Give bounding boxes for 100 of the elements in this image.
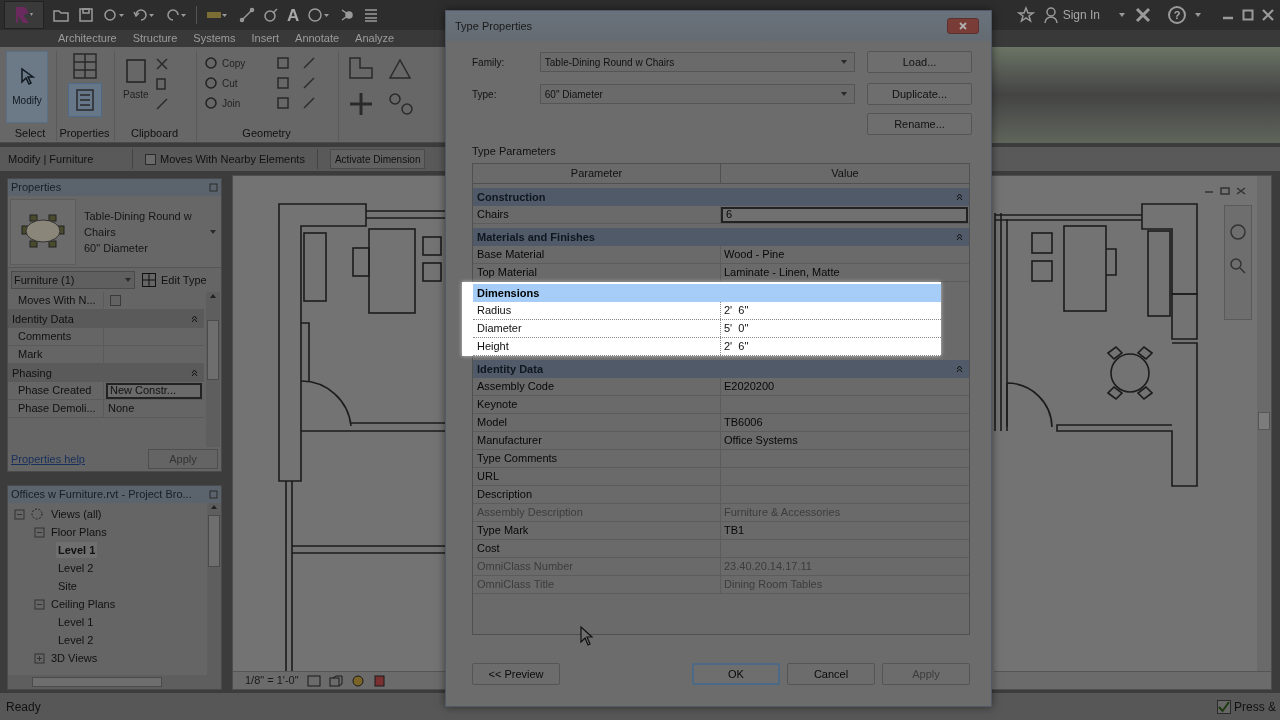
- thin-lines-icon[interactable]: [363, 7, 380, 23]
- geometry-tool-button[interactable]: Cut: [203, 75, 265, 91]
- type-dropdown[interactable]: 60" Diameter: [539, 84, 855, 104]
- aligned-dimension-icon[interactable]: [239, 7, 255, 23]
- restore-view-icon[interactable]: [1219, 186, 1231, 196]
- tree-item[interactable]: Ceiling Plans: [49, 595, 118, 613]
- group-header[interactable]: Identity Data: [473, 360, 969, 378]
- save-icon[interactable]: [78, 7, 94, 23]
- sun-path-icon[interactable]: [350, 673, 365, 688]
- ribbon-tab[interactable]: Architecture: [58, 30, 117, 47]
- side-button[interactable]: Load...: [867, 51, 972, 73]
- group-header[interactable]: Phasing: [8, 364, 204, 382]
- checkbox[interactable]: [1217, 699, 1231, 714]
- sign-in-link[interactable]: Sign In: [1062, 6, 1100, 24]
- dropdown-caret-icon[interactable]: [1194, 11, 1202, 19]
- scrollbar[interactable]: [1257, 176, 1271, 673]
- family-dropdown[interactable]: Table-Dining Round w Chairs: [539, 52, 855, 72]
- tool-icon: [203, 95, 219, 111]
- redo-icon[interactable]: [164, 7, 188, 23]
- horizontal-scrollbar[interactable]: [8, 675, 221, 689]
- close-view-icon[interactable]: [1235, 186, 1247, 196]
- close-button[interactable]: [947, 18, 979, 34]
- collapse-toggle-icon[interactable]: [14, 508, 25, 520]
- property-value[interactable]: None: [106, 400, 202, 417]
- group-header[interactable]: Construction: [473, 188, 969, 206]
- tree-item[interactable]: Level 1: [56, 613, 96, 631]
- tree-item[interactable]: 3D Views: [49, 649, 100, 667]
- scroll-up-icon[interactable]: [209, 292, 217, 300]
- dialog-button[interactable]: Cancel: [787, 663, 875, 685]
- dialog-button[interactable]: OK: [692, 663, 780, 685]
- dialog-button[interactable]: << Preview: [472, 663, 560, 685]
- cursor-icon[interactable]: [18, 66, 36, 85]
- collapse-toggle-icon[interactable]: [34, 598, 45, 610]
- collapse-icon[interactable]: [956, 233, 963, 241]
- side-button[interactable]: Duplicate...: [867, 83, 972, 105]
- tree-item[interactable]: Level 2: [56, 559, 96, 577]
- edit-type-button[interactable]: Edit Type: [141, 271, 207, 289]
- views-icon: [29, 507, 45, 521]
- activate-dimensions-button[interactable]: Activate Dimension: [329, 149, 426, 169]
- modify-button[interactable]: Modify: [6, 51, 48, 123]
- scrollbar[interactable]: [207, 503, 221, 675]
- ribbon-tab[interactable]: Analyze: [355, 30, 395, 47]
- type-properties-icon[interactable]: [70, 51, 99, 81]
- type-selector[interactable]: Table-Dining Round w Chairs 60" Diameter: [8, 196, 221, 268]
- text-tool[interactable]: A: [287, 6, 300, 24]
- horizontal-scrollbar[interactable]: [994, 671, 1271, 689]
- exchange-icon[interactable]: [1134, 6, 1152, 24]
- properties-help-link[interactable]: Properties help: [11, 450, 85, 468]
- ribbon-tab[interactable]: Insert: [251, 30, 280, 47]
- collapse-icon[interactable]: [191, 315, 198, 323]
- property-value[interactable]: New Constr...: [106, 382, 202, 399]
- align-icon[interactable]: [347, 55, 375, 81]
- ribbon-tab[interactable]: Structure: [132, 30, 178, 47]
- value-cell-text: 5' 0": [723, 321, 749, 337]
- undo-icon[interactable]: [132, 7, 156, 23]
- geometry-tool-button[interactable]: Copy: [203, 55, 265, 71]
- group-header[interactable]: Dimensions: [473, 284, 941, 302]
- tree-item[interactable]: Level 2: [56, 631, 96, 649]
- collapse-icon[interactable]: [956, 365, 963, 373]
- dialog-title: Type Properties: [455, 18, 533, 34]
- visual-style-icon[interactable]: [328, 674, 343, 687]
- tool-icon[interactable]: [301, 95, 317, 111]
- move-icon[interactable]: [347, 91, 375, 117]
- help-button[interactable]: ?: [1168, 6, 1186, 24]
- ribbon-tab[interactable]: Annotate: [295, 30, 340, 47]
- group-title: Materials and Finishes: [477, 229, 595, 245]
- ribbon-tab[interactable]: Systems: [193, 30, 236, 47]
- paste-button[interactable]: Paste: [123, 51, 149, 123]
- maximize-icon[interactable]: [1242, 9, 1254, 21]
- scrollbar[interactable]: [206, 292, 220, 447]
- app-menu-button[interactable]: [4, 1, 44, 29]
- tree-item[interactable]: Floor Plans: [49, 523, 109, 541]
- checkbox[interactable]: [145, 153, 156, 165]
- tree-item[interactable]: Site: [56, 577, 79, 595]
- tool-icon[interactable]: [275, 55, 291, 71]
- tool-icon[interactable]: [301, 55, 317, 71]
- collapse-icon[interactable]: [191, 369, 198, 377]
- group-header[interactable]: Identity Data: [8, 310, 204, 328]
- dropdown-caret-icon[interactable]: [1118, 11, 1126, 19]
- tag-icon[interactable]: [263, 7, 279, 23]
- tool-icon[interactable]: [275, 95, 291, 111]
- section-icon[interactable]: [339, 7, 356, 23]
- group-header[interactable]: Materials and Finishes: [473, 228, 969, 246]
- tree-item[interactable]: Level 1: [56, 541, 98, 559]
- side-button[interactable]: Rename...: [867, 113, 972, 135]
- geometry-tool-button[interactable]: Join: [203, 95, 265, 111]
- tree-item[interactable]: Views (all): [49, 505, 104, 523]
- collapse-toggle-icon[interactable]: [34, 526, 45, 538]
- checkbox[interactable]: [110, 295, 121, 306]
- checkbox-label: Moves With Nearby Elements: [160, 151, 305, 167]
- expand-toggle-icon[interactable]: [34, 652, 45, 664]
- properties-button[interactable]: [67, 83, 102, 117]
- category-filter-dropdown[interactable]: Furniture (1): [11, 271, 135, 289]
- zoom-icon[interactable]: [1228, 256, 1248, 276]
- collapse-icon[interactable]: [956, 193, 963, 201]
- tool-icon[interactable]: [275, 75, 291, 91]
- open-folder-icon[interactable]: [52, 7, 70, 23]
- tool-icon[interactable]: [301, 75, 317, 91]
- favorites-star-icon[interactable]: [1016, 6, 1035, 24]
- close-icon[interactable]: [1262, 9, 1274, 21]
